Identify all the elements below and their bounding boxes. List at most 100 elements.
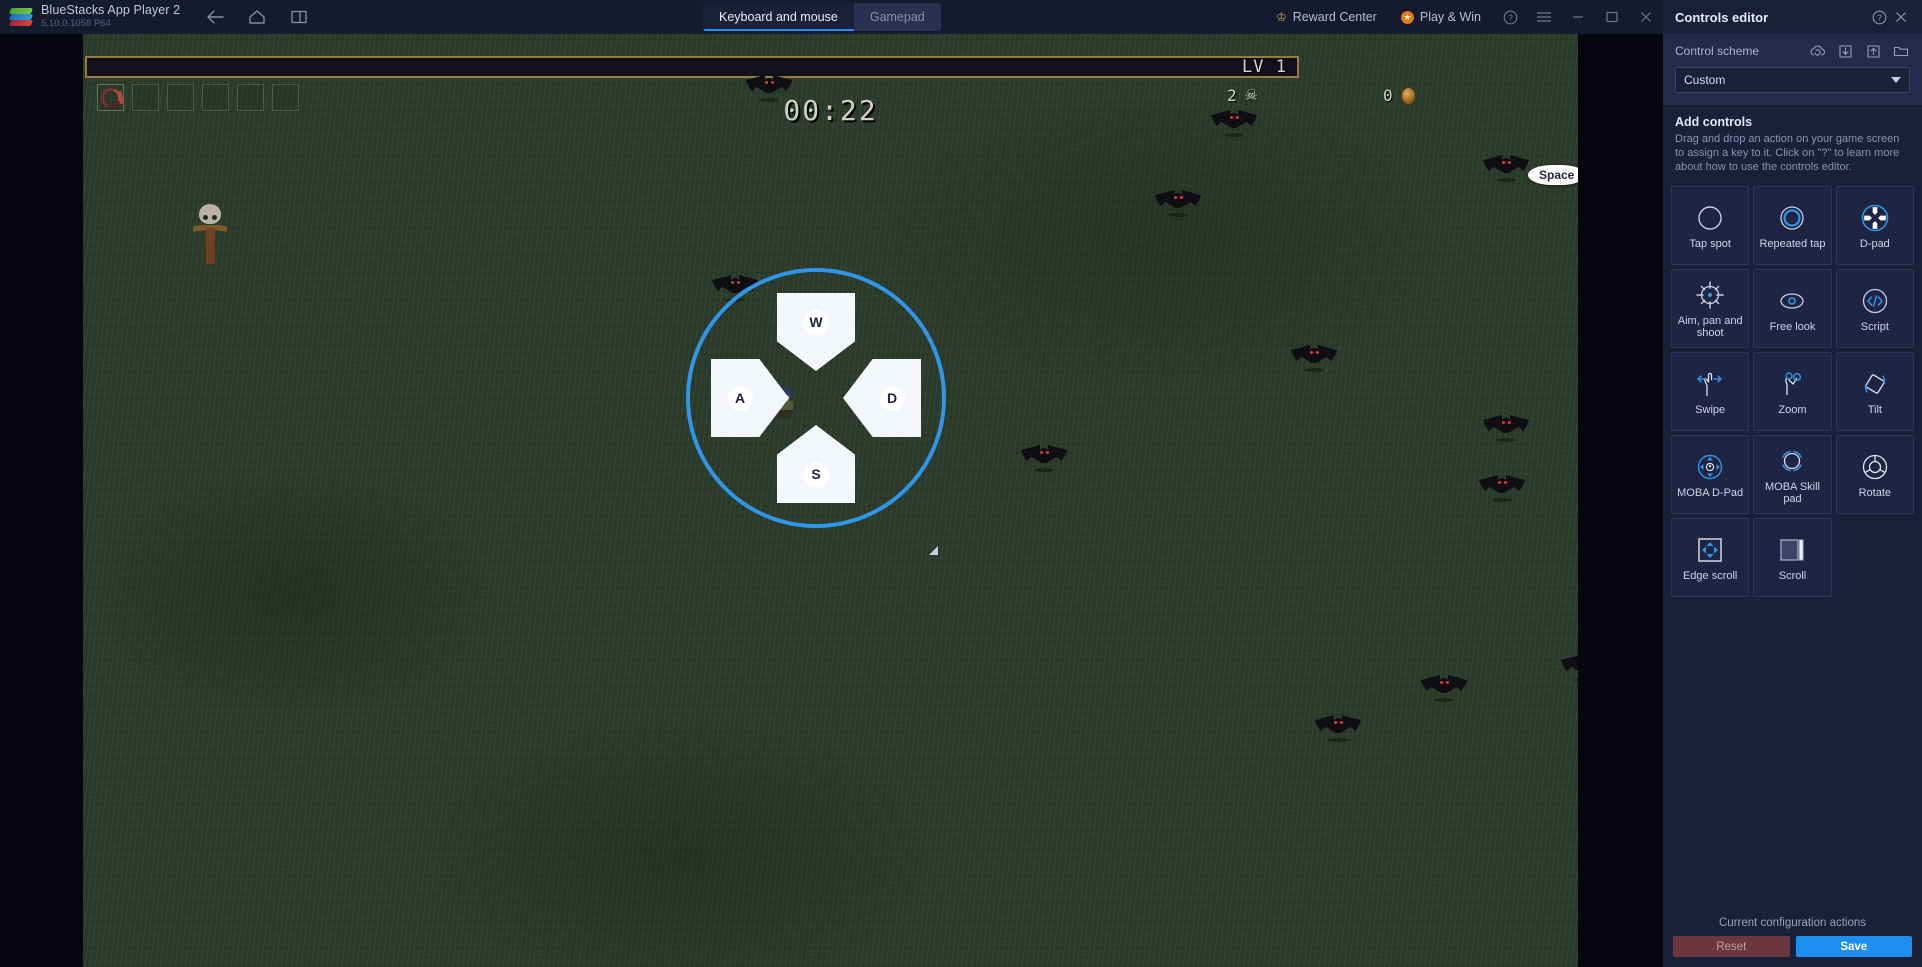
control-tile-moba-d-pad[interactable]: MOBA D-Pad bbox=[1671, 435, 1750, 514]
scroll-icon bbox=[1777, 533, 1807, 567]
zoom-icon bbox=[1777, 367, 1807, 401]
dpad-resize-handle[interactable] bbox=[929, 546, 938, 555]
control-tile-label: Aim, pan and shoot bbox=[1677, 314, 1743, 340]
tab-gamepad-label: Gamepad bbox=[869, 10, 925, 24]
dpad-key-s[interactable]: S bbox=[803, 461, 829, 487]
bat-enemy bbox=[1211, 109, 1257, 137]
dpad-key-a[interactable]: A bbox=[727, 385, 753, 411]
control-tile-zoom[interactable]: Zoom bbox=[1753, 352, 1832, 431]
control-tile-tilt[interactable]: Tilt bbox=[1835, 352, 1914, 431]
cloud-sync-icon[interactable] bbox=[1808, 42, 1826, 60]
menu-icon[interactable] bbox=[1527, 0, 1561, 34]
bat-enemy bbox=[1421, 674, 1467, 702]
multi-instance-icon[interactable] bbox=[288, 6, 310, 28]
control-tile-label: Scroll bbox=[1778, 569, 1807, 582]
control-scheme-select[interactable]: Custom bbox=[1675, 67, 1910, 93]
control-tile-moba-skill-pad[interactable]: MOBA Skill pad bbox=[1753, 435, 1832, 514]
back-icon[interactable] bbox=[204, 6, 226, 28]
item-slot bbox=[237, 84, 264, 111]
tab-keyboard-and-mouse[interactable]: Keyboard and mouse bbox=[703, 3, 854, 31]
play-and-win-label: Play & Win bbox=[1419, 10, 1481, 24]
bat-enemy bbox=[1483, 414, 1529, 442]
import-icon[interactable] bbox=[1836, 42, 1854, 60]
tab-keyboard-and-mouse-label: Keyboard and mouse bbox=[719, 10, 838, 24]
control-tile-script[interactable]: Script bbox=[1835, 269, 1914, 348]
reward-center-label: Reward Center bbox=[1292, 10, 1377, 24]
control-tile-rotate[interactable]: Rotate bbox=[1835, 435, 1914, 514]
control-tile-swipe[interactable]: Swipe bbox=[1671, 352, 1750, 431]
whip-icon bbox=[97, 84, 125, 112]
d-pad-icon bbox=[1860, 201, 1890, 235]
footer-label: Current configuration actions bbox=[1718, 917, 1867, 929]
control-tile-label: MOBA Skill pad bbox=[1764, 480, 1820, 506]
game-screen[interactable]: LV 1 00:22 2 ☠ 0 W A D S Space bbox=[83, 34, 1578, 967]
coin-icon bbox=[1400, 86, 1416, 105]
game-viewport[interactable]: LV 1 00:22 2 ☠ 0 W A D S Space bbox=[0, 34, 1663, 967]
panel-header: Controls editor ? bbox=[1663, 0, 1922, 34]
panel-footer: Current configuration actions Reset Save bbox=[1663, 917, 1922, 967]
level-indicator: LV 1 bbox=[1242, 57, 1287, 77]
svg-text:?: ? bbox=[1877, 12, 1882, 22]
space-key-binding[interactable]: Space bbox=[1528, 165, 1578, 185]
crown-icon: ♔ bbox=[1276, 10, 1287, 24]
tab-gamepad[interactable]: Gamepad bbox=[854, 3, 941, 31]
bat-enemy bbox=[1291, 344, 1337, 372]
minimize-icon[interactable] bbox=[1561, 0, 1595, 34]
title-bar: BlueStacks App Player 2 5.10.0.1058 P64 … bbox=[0, 0, 1663, 34]
item-slot bbox=[167, 84, 194, 111]
control-tile-repeated-tap[interactable]: Repeated tap bbox=[1753, 186, 1832, 265]
panel-close-icon[interactable] bbox=[1890, 6, 1912, 28]
add-controls-description: Drag and drop an action on your game scr… bbox=[1675, 133, 1900, 173]
bat-enemy bbox=[1315, 714, 1361, 742]
bluestacks-logo-icon bbox=[8, 8, 34, 26]
control-tile-label: D-pad bbox=[1859, 237, 1890, 250]
chevron-down-icon bbox=[1891, 77, 1901, 83]
bat-enemy bbox=[1021, 444, 1067, 472]
control-tile-label: MOBA D-Pad bbox=[1677, 486, 1744, 499]
control-tile-free-look[interactable]: Free look bbox=[1753, 269, 1832, 348]
control-scheme-section: Control scheme Custom bbox=[1663, 34, 1922, 105]
dpad-key-w[interactable]: W bbox=[803, 309, 829, 335]
item-slot bbox=[202, 84, 229, 111]
play-and-win-button[interactable]: ★ Play & Win bbox=[1389, 0, 1493, 34]
bluestacks-window: BlueStacks App Player 2 5.10.0.1058 P64 … bbox=[0, 0, 1922, 967]
save-button[interactable]: Save bbox=[1795, 936, 1912, 957]
coin-counter: 0 bbox=[1383, 86, 1416, 105]
control-tile-edge-scroll[interactable]: Edge scroll bbox=[1671, 518, 1750, 597]
kill-count-value: 2 bbox=[1227, 86, 1237, 105]
game-timer: 00:22 bbox=[783, 94, 878, 127]
home-icon[interactable] bbox=[246, 6, 268, 28]
control-tile-scroll[interactable]: Scroll bbox=[1753, 518, 1832, 597]
maximize-icon[interactable] bbox=[1595, 0, 1629, 34]
control-tile-tap-spot[interactable]: Tap spot bbox=[1671, 186, 1750, 265]
aim-pan-shoot-icon bbox=[1695, 278, 1725, 312]
control-scheme-value: Custom bbox=[1684, 73, 1726, 87]
control-tile-label: Edge scroll bbox=[1682, 569, 1738, 582]
mode-tabs: Keyboard and mouse Gamepad bbox=[703, 3, 941, 31]
control-tile-label: Tap spot bbox=[1689, 237, 1731, 250]
close-icon[interactable] bbox=[1629, 0, 1663, 34]
edge-scroll-icon bbox=[1695, 533, 1725, 567]
item-slot bbox=[132, 84, 159, 111]
panel-help-icon[interactable]: ? bbox=[1868, 6, 1890, 28]
xp-bar: LV 1 bbox=[85, 56, 1299, 78]
app-title-block: BlueStacks App Player 2 5.10.0.1058 P64 bbox=[41, 4, 180, 30]
dpad-key-d[interactable]: D bbox=[879, 385, 905, 411]
dpad-overlay-control[interactable]: W A D S bbox=[686, 268, 946, 555]
reward-center-button[interactable]: ♔ Reward Center bbox=[1264, 0, 1389, 34]
titlebar-right-group: ♔ Reward Center ★ Play & Win ? bbox=[1264, 0, 1663, 34]
svg-text:?: ? bbox=[1508, 12, 1513, 22]
reset-button[interactable]: Reset bbox=[1673, 936, 1790, 957]
folder-icon[interactable] bbox=[1892, 42, 1910, 60]
coin-count-value: 0 bbox=[1383, 86, 1393, 105]
export-icon[interactable] bbox=[1864, 42, 1882, 60]
rotate-icon bbox=[1860, 450, 1890, 484]
bat-enemy bbox=[1155, 189, 1201, 217]
control-tile-aim-pan-and-shoot[interactable]: Aim, pan and shoot bbox=[1671, 269, 1750, 348]
control-tile-label: Tilt bbox=[1867, 403, 1882, 416]
control-tiles-grid: Tap spot Repeated tap D-pad Aim, pan and… bbox=[1663, 178, 1922, 597]
help-icon[interactable]: ? bbox=[1493, 0, 1527, 34]
script-icon bbox=[1860, 284, 1890, 318]
control-tile-d-pad[interactable]: D-pad bbox=[1835, 186, 1914, 265]
repeated-tap-icon bbox=[1778, 201, 1806, 235]
